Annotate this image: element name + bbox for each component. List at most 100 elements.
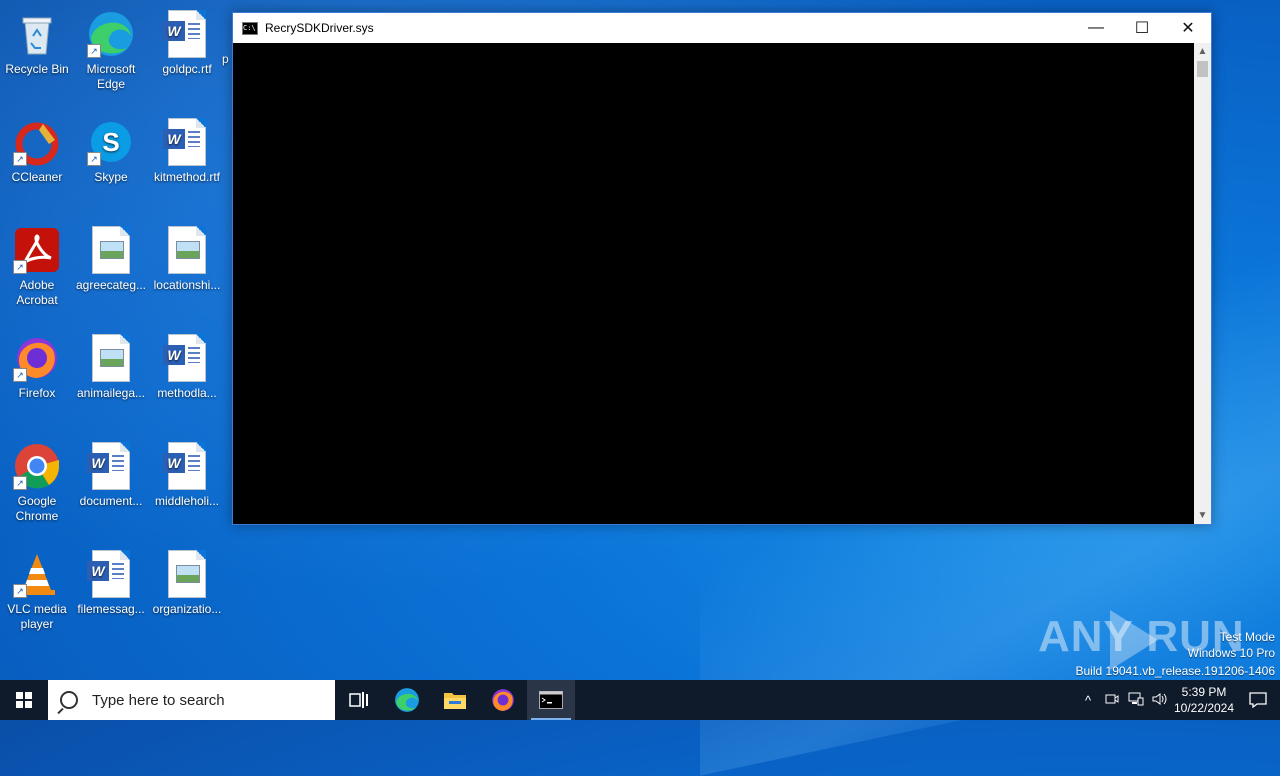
desktop-icon-label: middleholi... xyxy=(154,494,220,508)
word-document-icon: W xyxy=(87,442,135,490)
word-document-icon: W xyxy=(163,118,211,166)
desktop-icon-label: organizatio... xyxy=(152,602,222,616)
desktop-icon-word-file[interactable]: W middleholi... xyxy=(150,434,224,509)
firefox-icon xyxy=(492,689,514,711)
desktop-icon-label: VLC media player xyxy=(7,602,67,631)
desktop-icon-image-file[interactable]: organizatio... xyxy=(150,542,224,617)
recycle-bin-icon xyxy=(13,10,61,58)
close-button[interactable]: ✕ xyxy=(1165,13,1211,43)
taskbar-file-explorer-button[interactable] xyxy=(431,680,479,720)
desktop-icon-adobe-acrobat[interactable]: ↗ Adobe Acrobat xyxy=(0,218,74,308)
test-mode-text: Test Mode xyxy=(1219,630,1275,644)
clock-time: 5:39 PM xyxy=(1181,685,1227,699)
desktop-icon-image-file[interactable]: animailega... xyxy=(74,326,148,401)
skype-icon: S ↗ xyxy=(87,118,135,166)
word-document-icon: W xyxy=(163,334,211,382)
taskbar-firefox-button[interactable] xyxy=(479,680,527,720)
desktop-icon-label: methodla... xyxy=(157,386,217,400)
desktop-icon-label: document... xyxy=(79,494,143,508)
desktop-icon-word-file[interactable]: W goldpc.rtf xyxy=(150,2,224,77)
taskbar-edge-button[interactable] xyxy=(383,680,431,720)
image-file-icon xyxy=(163,550,211,598)
shortcut-arrow-icon: ↗ xyxy=(87,44,101,58)
search-placeholder: Type here to search xyxy=(92,691,225,709)
desktop-icon-label: Adobe Acrobat xyxy=(16,278,58,307)
file-explorer-icon xyxy=(444,693,466,709)
clock-date: 10/22/2024 xyxy=(1173,701,1235,715)
desktop-icon-microsoft-edge[interactable]: ↗ Microsoft Edge xyxy=(74,2,148,92)
show-hidden-icons-chevron-icon[interactable]: ^ xyxy=(1076,693,1100,708)
desktop-icon-firefox[interactable]: ↗ Firefox xyxy=(0,326,74,401)
svg-text:S: S xyxy=(102,127,119,157)
window-titlebar[interactable]: C:\ RecrySDKDriver.sys — ☐ ✕ xyxy=(233,13,1211,43)
shortcut-arrow-icon: ↗ xyxy=(87,152,101,166)
scroll-down-arrow-icon[interactable]: ▼ xyxy=(1194,507,1211,524)
search-icon xyxy=(60,691,78,709)
desktop-icon-label: Recycle Bin xyxy=(5,62,69,76)
shortcut-arrow-icon: ↗ xyxy=(13,152,27,166)
vertical-scrollbar[interactable]: ▲ ▼ xyxy=(1194,43,1211,524)
cmd-icon xyxy=(539,691,563,709)
ccleaner-icon: ↗ xyxy=(13,118,61,166)
network-icon[interactable] xyxy=(1124,692,1148,709)
windows-logo-icon xyxy=(16,692,32,708)
edge-icon: ↗ xyxy=(87,10,135,58)
desktop-icon-label: goldpc.rtf xyxy=(162,62,212,76)
taskbar-clock[interactable]: 5:39 PM 10/22/2024 xyxy=(1172,684,1236,716)
edge-icon xyxy=(395,688,419,712)
desktop-icon-label: agreecateg... xyxy=(75,278,147,292)
desktop-icon-recycle-bin[interactable]: Recycle Bin xyxy=(0,2,74,77)
volume-icon[interactable] xyxy=(1148,692,1172,709)
desktop-icon-image-file[interactable]: agreecateg... xyxy=(74,218,148,293)
desktop-icon-word-file[interactable]: W methodla... xyxy=(150,326,224,401)
minimize-button[interactable]: — xyxy=(1073,13,1119,43)
console-output-area[interactable] xyxy=(233,43,1194,524)
word-document-icon: W xyxy=(163,442,211,490)
shortcut-arrow-icon: ↗ xyxy=(13,476,27,490)
console-window[interactable]: C:\ RecrySDKDriver.sys — ☐ ✕ ▲ ▼ xyxy=(232,12,1212,525)
shortcut-arrow-icon: ↗ xyxy=(13,368,27,382)
adobe-acrobat-icon: ↗ xyxy=(13,226,61,274)
word-document-icon: W xyxy=(87,550,135,598)
desktop-icon-word-file[interactable]: W kitmethod.rtf xyxy=(150,110,224,185)
task-view-button[interactable] xyxy=(335,680,383,720)
desktop-icon-vlc[interactable]: ↗ VLC media player xyxy=(0,542,74,632)
desktop-icon-label: CCleaner xyxy=(11,170,63,184)
shortcut-arrow-icon: ↗ xyxy=(13,584,27,598)
desktop-icon-label: Skype xyxy=(94,170,128,184)
task-view-icon xyxy=(349,692,368,708)
desktop-icon-ccleaner[interactable]: ↗ CCleaner xyxy=(0,110,74,185)
image-file-icon xyxy=(163,226,211,274)
shortcut-arrow-icon: ↗ xyxy=(13,260,27,274)
taskbar-search-box[interactable]: Type here to search xyxy=(48,680,335,720)
build-info-text: Build 19041.vb_release.191206-1406 xyxy=(1075,664,1276,678)
action-center-button[interactable] xyxy=(1236,692,1280,708)
desktop-icon-skype[interactable]: S ↗ Skype xyxy=(74,110,148,185)
taskbar-cmd-button[interactable] xyxy=(527,680,575,720)
cmd-console-icon: C:\ xyxy=(242,21,258,35)
desktop-icon-image-file[interactable]: locationshi... xyxy=(150,218,224,293)
image-file-icon xyxy=(87,226,135,274)
desktop-icon-label: Microsoft Edge xyxy=(86,62,136,91)
scrollbar-thumb[interactable] xyxy=(1197,61,1208,77)
notification-icon xyxy=(1249,692,1267,708)
chrome-icon: ↗ xyxy=(13,442,61,490)
desktop-icon-label: kitmethod.rtf xyxy=(153,170,221,184)
maximize-button[interactable]: ☐ xyxy=(1119,13,1165,43)
desktop-icon-label: locationshi... xyxy=(153,278,221,292)
windows-edition-text: Windows 10 Pro xyxy=(1187,646,1275,660)
image-file-icon xyxy=(87,334,135,382)
system-tray: ^ 5:39 PM 10/22/2024 xyxy=(1076,680,1280,720)
desktop-icon-label: filemessag... xyxy=(77,602,145,616)
scroll-up-arrow-icon[interactable]: ▲ xyxy=(1194,43,1211,60)
word-document-icon: W xyxy=(163,10,211,58)
meet-now-icon[interactable] xyxy=(1100,692,1124,709)
desktop-icon-label: Google Chrome xyxy=(15,494,59,523)
desktop-icon-word-file[interactable]: W document... xyxy=(74,434,148,509)
desktop-icon-google-chrome[interactable]: ↗ Google Chrome xyxy=(0,434,74,524)
start-button[interactable] xyxy=(0,680,48,720)
desktop-icon-word-file[interactable]: W filemessag... xyxy=(74,542,148,617)
taskbar: Type here to search ^ 5:39 PM 10/22/2024 xyxy=(0,680,1280,720)
window-title: RecrySDKDriver.sys xyxy=(265,21,374,35)
anyrun-play-logo-icon xyxy=(1110,610,1158,670)
